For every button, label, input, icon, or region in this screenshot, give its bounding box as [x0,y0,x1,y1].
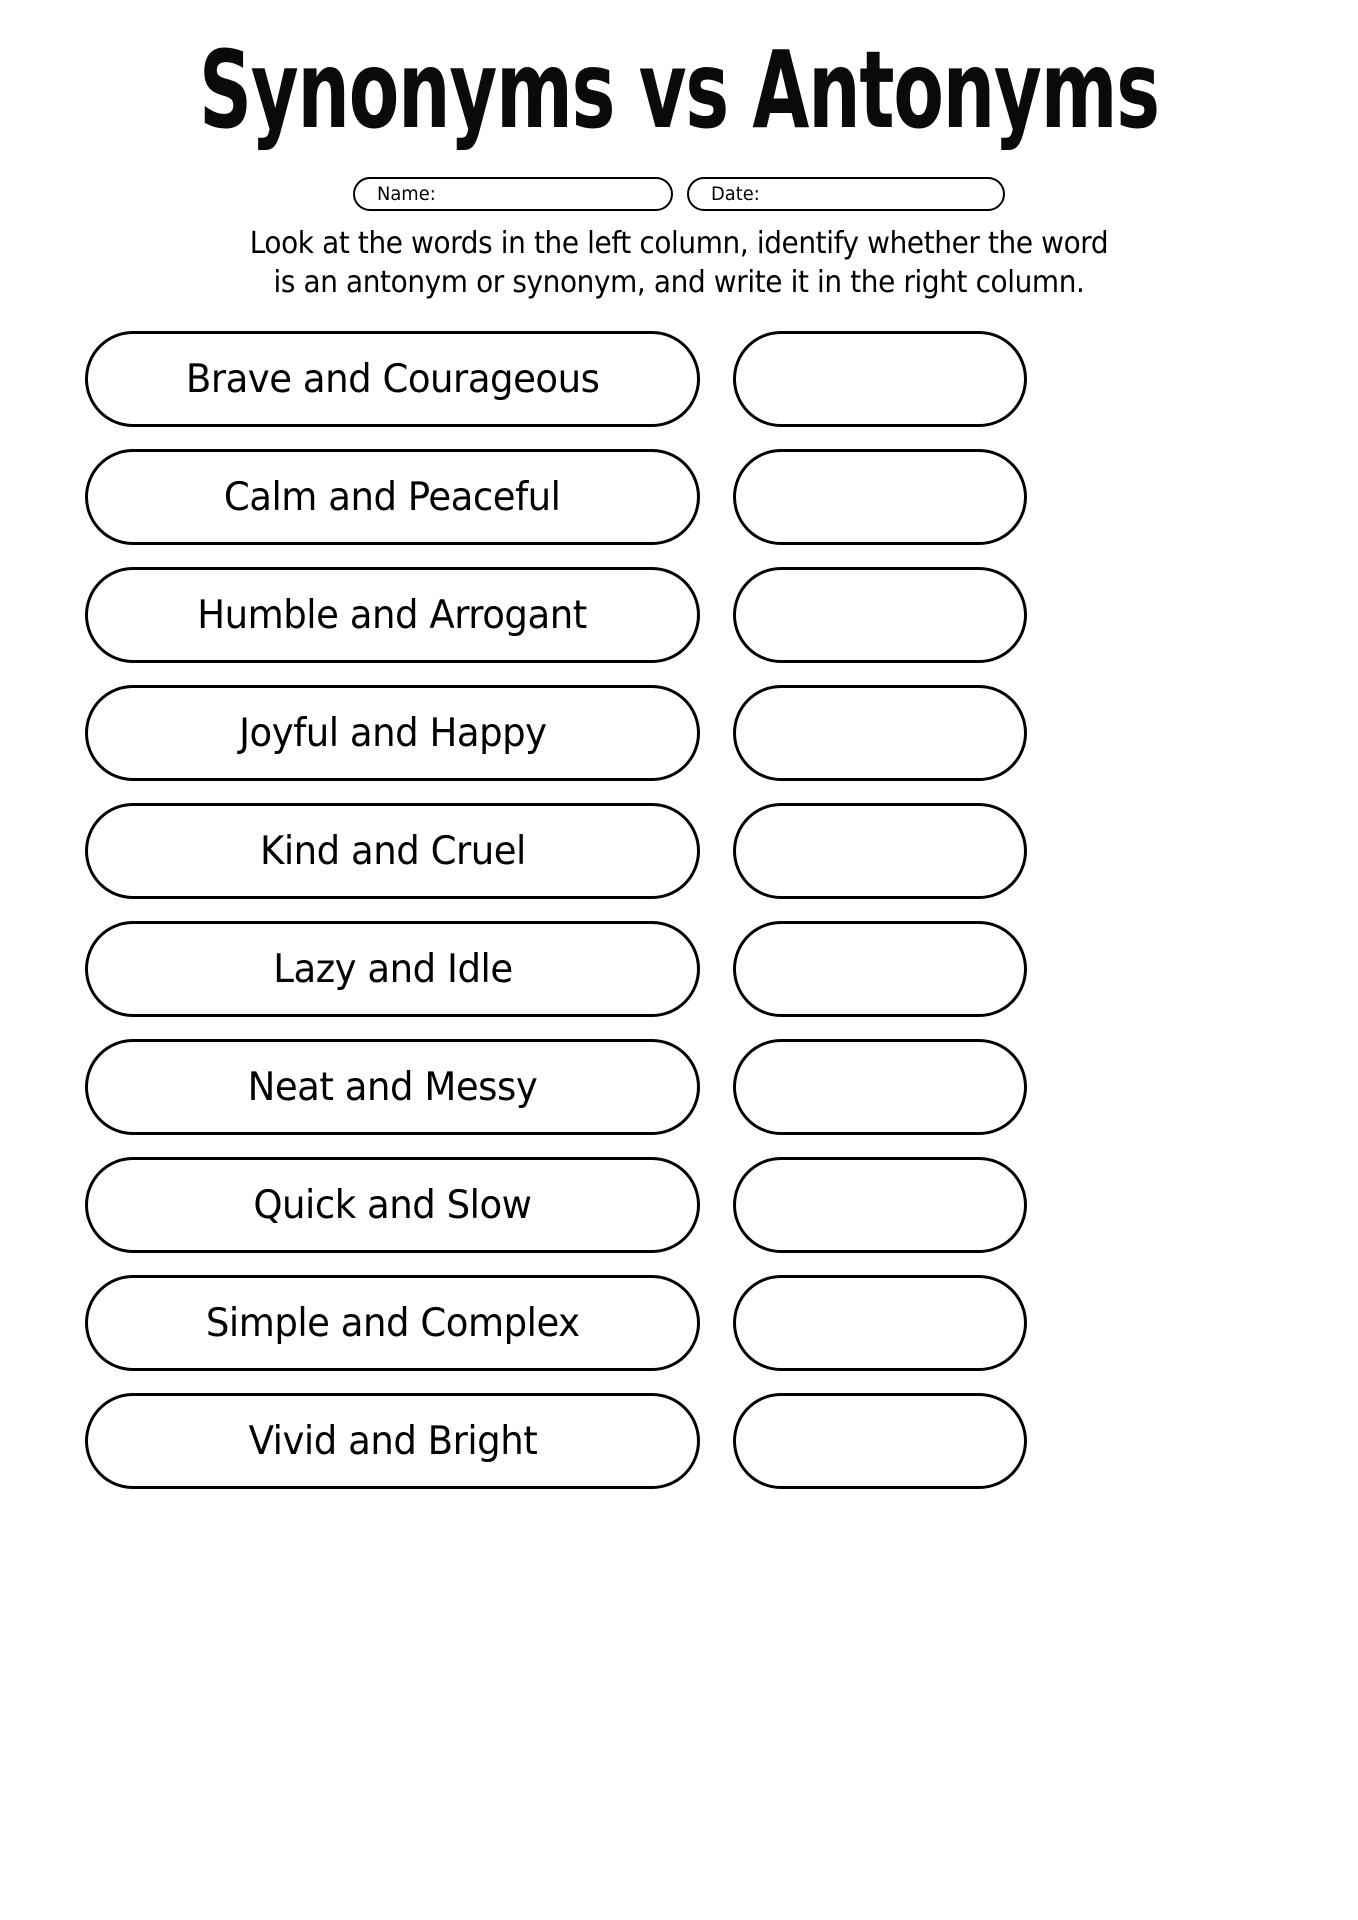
word-pill: Joyful and Happy [85,685,700,781]
answer-pill[interactable] [733,567,1027,663]
answer-pill[interactable] [733,1393,1027,1489]
word-answer-grid: Brave and Courageous Calm and Peaceful H… [85,331,1273,1511]
table-row: Brave and Courageous [85,331,1273,427]
page-title-container: Synonyms vs Antonyms [0,36,1358,145]
instructions-line-2: is an antonym or synonym, and write it i… [273,265,1085,300]
table-row: Lazy and Idle [85,921,1273,1017]
word-pill: Kind and Cruel [85,803,700,899]
word-pill: Neat and Messy [85,1039,700,1135]
word-pill-label: Brave and Courageous [185,356,600,402]
word-pill-label: Humble and Arrogant [197,592,588,638]
instructions-line-1: Look at the words in the left column, id… [249,226,1109,261]
word-pill-label: Joyful and Happy [238,710,547,756]
word-pill-label: Kind and Cruel [259,828,526,874]
instructions: Look at the words in the left column, id… [0,224,1358,302]
table-row: Kind and Cruel [85,803,1273,899]
answer-pill[interactable] [733,1039,1027,1135]
answer-pill[interactable] [733,1275,1027,1371]
answer-pill[interactable] [733,331,1027,427]
word-pill-label: Simple and Complex [205,1300,580,1346]
word-pill-label: Calm and Peaceful [224,474,561,520]
table-row: Joyful and Happy [85,685,1273,781]
word-pill-label: Quick and Slow [253,1182,532,1228]
page-title: Synonyms vs Antonyms [199,28,1160,153]
answer-pill[interactable] [733,921,1027,1017]
answer-pill[interactable] [733,1157,1027,1253]
date-field[interactable]: Date: [687,177,1005,211]
table-row: Quick and Slow [85,1157,1273,1253]
word-pill: Brave and Courageous [85,331,700,427]
table-row: Simple and Complex [85,1275,1273,1371]
name-field[interactable]: Name: [353,177,673,211]
word-pill: Quick and Slow [85,1157,700,1253]
table-row: Humble and Arrogant [85,567,1273,663]
answer-pill[interactable] [733,449,1027,545]
word-pill-label: Neat and Messy [247,1064,538,1110]
word-pill-label: Lazy and Idle [272,946,513,992]
answer-pill[interactable] [733,803,1027,899]
word-pill-label: Vivid and Bright [248,1418,537,1464]
word-pill: Simple and Complex [85,1275,700,1371]
name-field-label: Name: [377,183,436,205]
table-row: Calm and Peaceful [85,449,1273,545]
student-meta-row: Name: Date: [0,177,1358,211]
word-pill: Humble and Arrogant [85,567,700,663]
table-row: Neat and Messy [85,1039,1273,1135]
word-pill: Calm and Peaceful [85,449,700,545]
answer-pill[interactable] [733,685,1027,781]
date-field-label: Date: [711,183,760,205]
word-pill: Lazy and Idle [85,921,700,1017]
worksheet-page: Synonyms vs Antonyms Name: Date: Look at… [0,0,1358,1920]
word-pill: Vivid and Bright [85,1393,700,1489]
table-row: Vivid and Bright [85,1393,1273,1489]
